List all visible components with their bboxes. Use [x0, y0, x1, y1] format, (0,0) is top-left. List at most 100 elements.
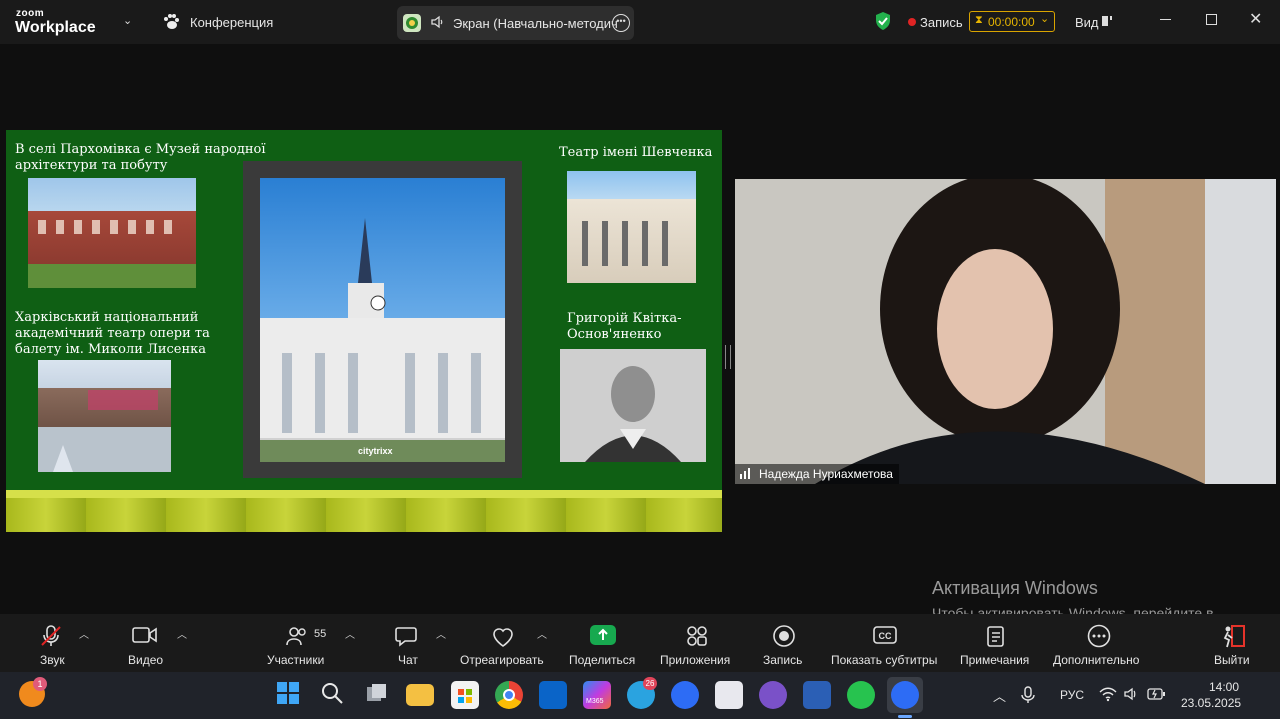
speaker-icon	[430, 15, 444, 34]
more-options-icon[interactable]: •••	[612, 14, 630, 32]
kvitka-portrait	[560, 349, 706, 462]
svg-text:CC: CC	[879, 631, 892, 641]
react-caret-icon[interactable]: ︿	[537, 626, 547, 641]
windows-activation-title: Активация Windows	[932, 578, 1098, 598]
chrome-icon[interactable]	[495, 681, 523, 709]
language-indicator[interactable]: РУС	[1060, 688, 1084, 702]
close-icon[interactable]: ✕	[1249, 9, 1262, 29]
volume-icon[interactable]	[1123, 686, 1139, 707]
theatre-photo	[567, 171, 696, 283]
notes-button[interactable]: Примечания	[959, 614, 1035, 672]
zoom-taskbar-icon[interactable]	[671, 681, 699, 709]
task-view-icon[interactable]	[364, 681, 392, 709]
record-label[interactable]: Запись	[920, 15, 963, 30]
search-icon[interactable]	[320, 681, 348, 709]
opera-caption: Харківський національний академічний теа…	[15, 310, 210, 357]
camera-icon	[132, 627, 157, 643]
record-button[interactable]: Запись	[762, 614, 806, 672]
participants-caret-icon[interactable]: ︿	[345, 626, 355, 641]
react-label: Отреагировать	[460, 653, 544, 667]
audio-caret-icon[interactable]: ︿	[79, 626, 89, 641]
file-explorer-icon[interactable]	[406, 684, 434, 706]
more-dots-icon	[1087, 624, 1111, 648]
slide-floor-edge	[6, 490, 722, 498]
participants-button[interactable]: 55 Участники	[266, 614, 336, 672]
center-photo: citytrixx	[260, 178, 505, 462]
hourglass-icon: ⧗	[975, 14, 983, 26]
shield-check-icon[interactable]	[874, 11, 892, 36]
chat-caret-icon[interactable]: ︿	[436, 626, 446, 641]
more-button[interactable]: Дополнительно	[1052, 614, 1148, 672]
photo-watermark: citytrixx	[358, 446, 393, 456]
kvitka-caption: Григорій Квітка-Основ'яненко	[567, 311, 682, 342]
center-photo-frame: citytrixx	[243, 161, 522, 478]
view-layout-icon[interactable]	[1101, 14, 1113, 32]
microsoft-store-icon[interactable]	[451, 681, 479, 709]
apps-icon	[687, 626, 707, 646]
viber-icon[interactable]	[759, 681, 787, 709]
panel-splitter[interactable]	[725, 345, 731, 369]
captions-label: Показать субтитры	[831, 653, 938, 667]
participants-count: 55	[314, 628, 327, 640]
participant-video[interactable]	[735, 179, 1276, 484]
video-label: Видео	[128, 653, 164, 667]
participants-icon	[286, 627, 306, 646]
record-time: 00:00:00	[988, 15, 1035, 29]
more-label: Дополнительно	[1053, 653, 1140, 667]
whatsapp-icon[interactable]	[847, 681, 875, 709]
mic-muted-icon	[41, 625, 61, 646]
zoom-logo-text: zoom	[16, 8, 45, 19]
audio-label: Звук	[40, 653, 65, 667]
participants-label: Участники	[267, 653, 325, 667]
clock-time[interactable]: 14:00	[1209, 680, 1239, 694]
app-menu-chevron-icon[interactable]: ⌄	[123, 14, 132, 27]
notification-badge: 1	[33, 677, 47, 691]
react-button[interactable]: Отреагировать	[459, 614, 549, 672]
record-dot-icon	[908, 18, 916, 26]
start-windows-icon[interactable]	[276, 681, 304, 709]
chat-label: Чат	[398, 653, 418, 667]
outlook-icon[interactable]	[539, 681, 567, 709]
leave-button[interactable]: Выйти	[1212, 614, 1254, 672]
clock-date[interactable]: 23.05.2025	[1181, 696, 1241, 710]
zoom-active-icon[interactable]	[887, 677, 923, 718]
record-icon	[773, 625, 795, 647]
captions-button[interactable]: CC Показать субтитры	[830, 614, 942, 672]
tray-chevron-icon[interactable]: ︿	[993, 686, 1006, 705]
meeting-toolbar: Звук ︿ Видео ︿ 55 Участники ︿ Чат ︿ Отре…	[0, 614, 1280, 672]
battery-icon[interactable]	[1147, 687, 1165, 705]
chat-icon	[395, 627, 417, 647]
audio-button[interactable]: Звук	[28, 614, 76, 672]
apps-button[interactable]: Приложения	[659, 614, 737, 672]
word-icon[interactable]	[803, 681, 831, 709]
widgets-icon[interactable]: 1	[19, 677, 47, 707]
participant-name-tag: Надежда Нуриахметова	[735, 464, 899, 484]
record-label-toolbar: Запись	[763, 653, 803, 667]
screen-share-indicator[interactable]: Экран (Навчально-методич •••	[397, 6, 634, 40]
mic-tray-icon[interactable]	[1019, 686, 1041, 709]
wifi-icon[interactable]	[1099, 686, 1117, 707]
museum-photo	[28, 178, 196, 288]
m365-label: M365	[586, 698, 604, 705]
leave-door-icon	[1223, 625, 1245, 648]
share-arrow-icon	[590, 625, 616, 645]
paw-icon	[162, 13, 180, 36]
conference-label[interactable]: Конференция	[190, 15, 273, 30]
video-button[interactable]: Видео	[124, 614, 172, 672]
minimize-icon[interactable]	[1160, 19, 1171, 20]
share-label: Экран (Навчально-методич	[453, 16, 618, 31]
share-button[interactable]: Поделиться	[568, 614, 640, 672]
m365-icon[interactable]: M365	[583, 681, 611, 709]
restore-icon[interactable]	[1206, 14, 1217, 25]
signal-bars-icon	[739, 467, 753, 482]
chat-button[interactable]: Чат	[392, 614, 432, 672]
windows-taskbar: 1 M365 26 ︿ РУС 14:00 23.05.2025	[0, 672, 1280, 719]
view-label[interactable]: Вид	[1075, 15, 1099, 30]
telegram-icon[interactable]: 26	[627, 677, 657, 709]
captions-cc-icon: CC	[873, 626, 897, 644]
notes-label: Примечания	[960, 653, 1030, 667]
record-timer[interactable]: ⧗ 00:00:00 ⌄	[969, 11, 1055, 32]
video-caret-icon[interactable]: ︿	[177, 626, 187, 641]
shared-app-icon	[403, 14, 421, 32]
paint-icon[interactable]	[715, 681, 743, 709]
